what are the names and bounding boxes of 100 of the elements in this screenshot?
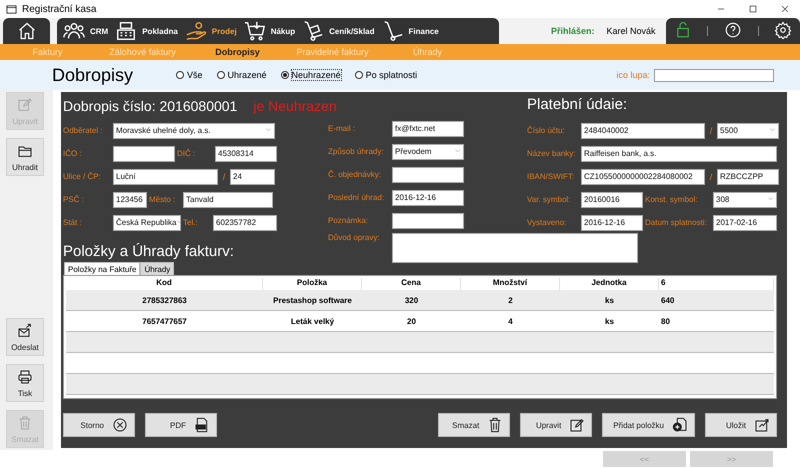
input-field[interactable]: 2016-12-16 — [581, 214, 643, 230]
input-field[interactable]: 123456 — [113, 192, 147, 208]
page-title: Dobropisy — [52, 64, 134, 86]
hand-truck-icon — [382, 20, 404, 42]
field-label: Var. symbol: — [527, 195, 572, 204]
field-label: Poslední úhrad: — [328, 193, 386, 202]
input-field[interactable]: 2016-12-16 — [392, 190, 464, 206]
envelope-icon — [17, 322, 33, 338]
dropdown[interactable]: Převodem — [392, 144, 464, 160]
separator-text: / — [708, 172, 714, 182]
tab[interactable]: Úhrady — [140, 262, 174, 275]
table-cell-text: 7657477657 — [141, 316, 188, 326]
action-button[interactable]: Smazat — [438, 413, 510, 437]
table-cell-text: 320 — [404, 296, 420, 304]
module-tab[interactable]: Pokladna — [115, 20, 182, 42]
input-field[interactable]: CZ1055000000002284080002 — [581, 168, 705, 184]
edit-icon — [569, 417, 586, 433]
input-field[interactable]: fx@fxtc.net — [392, 120, 464, 136]
module-tab[interactable]: CRM — [63, 20, 112, 42]
home-button[interactable] — [3, 18, 50, 44]
filter-radio[interactable]: Neuhrazené — [280, 70, 341, 80]
settings-button[interactable] — [774, 20, 792, 42]
input-field[interactable]: 20160016 — [581, 192, 643, 208]
input-field[interactable]: 45308314 — [215, 146, 277, 162]
module-tab[interactable]: Nákup — [244, 20, 300, 42]
hand-icon — [184, 20, 207, 42]
close-icon — [780, 4, 790, 14]
dropdown[interactable]: Česká Republika — [113, 214, 181, 230]
section-heading: Položky a Úhrady fakturv: — [63, 243, 235, 260]
table-cell-text: Prestashop software — [272, 296, 353, 304]
field-label: E-mail : — [328, 124, 356, 133]
input-field[interactable]: Tanvald — [183, 192, 273, 208]
action-button[interactable]: Přidat položku — [602, 413, 695, 437]
separator-text: / — [708, 126, 714, 136]
table-cell-text: ks — [604, 316, 615, 326]
field-label: Odběratel : — [63, 126, 104, 135]
field-label: Důvod opravy: — [328, 233, 381, 242]
field-label: IBAN/SWIFT: — [527, 172, 576, 181]
input-field[interactable]: RZBCCZPP — [717, 168, 779, 184]
maximize-icon — [748, 4, 758, 14]
user-name: Karel Novák — [606, 26, 656, 36]
module-tab[interactable]: Finance — [382, 20, 443, 42]
action-button[interactable]: Uložit — [705, 413, 777, 437]
input-field[interactable] — [392, 212, 464, 228]
table-cell-text: 20 — [406, 316, 417, 326]
module-tab[interactable]: Ceník/Sklad — [302, 20, 379, 42]
field-label: Tel.: — [183, 218, 199, 227]
search-field[interactable] — [654, 68, 774, 82]
input-field[interactable]: 2017-02-16 — [713, 214, 777, 230]
subnav-tab[interactable]: Dobropisy — [190, 47, 285, 57]
field-label: Poznámka: — [328, 216, 370, 225]
dropdown[interactable]: 5500 — [717, 122, 779, 138]
field-label: PSČ : — [63, 195, 85, 204]
field-label: Ulice / ČP: — [63, 172, 102, 181]
field-label: Město : — [149, 195, 176, 204]
dropdown[interactable]: Moravské uhelné doly, a.s. — [113, 122, 275, 138]
pdf-document-icon — [194, 417, 210, 433]
dropdown[interactable]: 308 — [713, 192, 777, 208]
window-icon — [6, 4, 17, 14]
field-label: Stát : — [63, 218, 83, 227]
login-label: Přihlášen: — [551, 26, 595, 36]
field-label: Způsob úhrady: — [328, 147, 385, 156]
search-label: ico lupa: — [616, 70, 650, 80]
settings-icon — [774, 20, 792, 38]
table-cell-text: 80 — [660, 316, 671, 326]
input-field[interactable] — [392, 166, 464, 182]
printer-icon — [17, 368, 33, 384]
input-field[interactable]: 602357782 — [213, 214, 277, 230]
status-text: je Neuhrazen — [253, 98, 337, 114]
action-button[interactable]: Storno — [63, 413, 135, 437]
input-field[interactable]: 2484040002 — [581, 122, 705, 138]
tab[interactable]: Položky na Faktuře — [64, 262, 140, 275]
sidebar-button[interactable]: Tisk — [6, 364, 44, 402]
field-label: Datum splatnosti: — [645, 218, 708, 227]
cart-icon — [244, 20, 266, 42]
input-field[interactable]: Luční — [113, 168, 218, 184]
filter-radio[interactable]: Po splatnosti — [354, 70, 418, 80]
input-field[interactable]: 24 — [230, 168, 275, 184]
module-tab[interactable]: Prodej — [184, 20, 241, 42]
cash-register-icon — [115, 20, 138, 42]
document-title: Dobropis číslo: 2016080001 — [63, 98, 238, 114]
sidebar-button[interactable]: Odeslat — [6, 318, 44, 356]
filter-radio[interactable]: Uhrazené — [216, 70, 267, 80]
table-cell-text: Leták velký — [290, 316, 336, 326]
trash-icon — [17, 414, 33, 430]
action-button[interactable]: Upravit — [520, 413, 592, 437]
table-cell-text: ks — [604, 296, 615, 304]
filter-radio[interactable]: Vše — [176, 70, 203, 80]
trash-icon — [487, 417, 504, 433]
action-button[interactable]: PDF — [145, 413, 217, 437]
add-document-icon — [672, 417, 688, 433]
field-label: Konst. symbol: — [645, 195, 698, 204]
field-label: Název banky: — [527, 149, 576, 158]
input-field[interactable] — [113, 146, 175, 162]
input-field[interactable]: Raiffeisen bank, a.s. — [581, 146, 777, 162]
field-label: DIČ : — [177, 149, 196, 158]
field-label: Vystaveno: — [527, 218, 568, 227]
home-icon — [16, 21, 36, 41]
sidebar-button[interactable]: Uhradit — [6, 138, 44, 176]
hand-truck-icon — [302, 20, 324, 42]
